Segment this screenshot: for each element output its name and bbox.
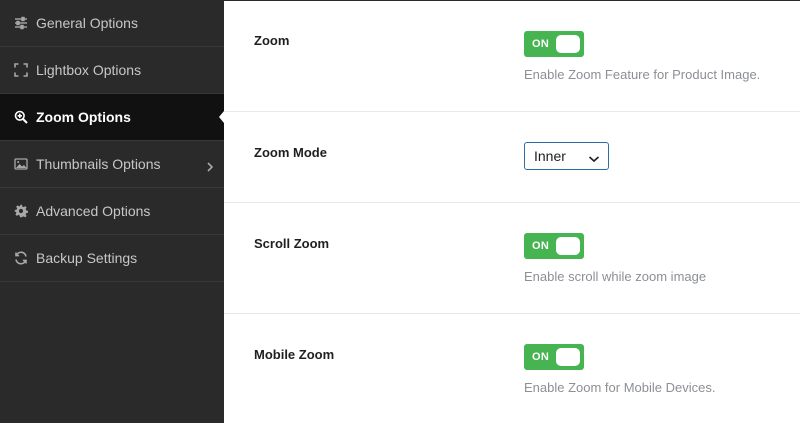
setting-row-scroll-zoom: Scroll Zoom ON Enable scroll while zoom … — [224, 203, 800, 314]
toggle-knob — [556, 348, 580, 366]
toggle-state: ON — [532, 240, 550, 252]
zoom-label: Zoom — [254, 33, 290, 48]
select-value: Inner — [534, 148, 566, 164]
toggle-state: ON — [532, 38, 550, 50]
sidebar-item-zoom-options[interactable]: Zoom Options — [0, 94, 224, 141]
sidebar-item-advanced-options[interactable]: Advanced Options — [0, 188, 224, 235]
zoom-toggle[interactable]: ON — [524, 31, 584, 57]
sidebar-item-label: Backup Settings — [36, 250, 138, 266]
sidebar-item-label: Thumbnails Options — [36, 156, 161, 172]
zoom-mode-label: Zoom Mode — [254, 145, 327, 160]
sidebar-item-label: Zoom Options — [36, 109, 131, 125]
scroll-zoom-toggle[interactable]: ON — [524, 233, 584, 259]
mobile-zoom-hint: Enable Zoom for Mobile Devices. — [524, 380, 716, 395]
chevron-down-icon — [588, 151, 600, 163]
chevron-right-icon — [206, 159, 214, 172]
zoom-mode-select[interactable]: Inner — [524, 142, 609, 170]
mobile-zoom-toggle[interactable]: ON — [524, 344, 584, 370]
sidebar-item-backup-settings[interactable]: Backup Settings — [0, 235, 224, 282]
image-icon — [14, 157, 28, 171]
sidebar-item-general-options[interactable]: General Options — [0, 0, 224, 47]
setting-row-zoom-mode: Zoom Mode Inner — [224, 112, 800, 203]
sidebar-item-lightbox-options[interactable]: Lightbox Options — [0, 47, 224, 94]
toggle-knob — [556, 237, 580, 255]
sliders-icon — [14, 16, 28, 30]
sidebar-item-thumbnails-options[interactable]: Thumbnails Options — [0, 141, 224, 188]
scroll-zoom-hint: Enable scroll while zoom image — [524, 269, 707, 284]
sidebar: General Options Lightbox Options Zoom Op… — [0, 0, 224, 423]
sidebar-item-label: General Options — [36, 15, 138, 31]
setting-row-mobile-zoom: Mobile Zoom ON Enable Zoom for Mobile De… — [224, 314, 800, 423]
setting-row-zoom: Zoom ON Enable Zoom Feature for Product … — [224, 1, 800, 112]
zoom-icon — [14, 110, 28, 124]
app-window: General Options Lightbox Options Zoom Op… — [0, 0, 800, 423]
sidebar-item-label: Advanced Options — [36, 203, 151, 219]
scroll-zoom-label: Scroll Zoom — [254, 236, 330, 251]
zoom-hint: Enable Zoom Feature for Product Image. — [524, 67, 761, 82]
expand-icon — [14, 63, 28, 77]
gear-icon — [14, 204, 28, 218]
toggle-state: ON — [532, 351, 550, 363]
settings-panel: Zoom ON Enable Zoom Feature for Product … — [224, 0, 800, 423]
mobile-zoom-label: Mobile Zoom — [254, 347, 335, 362]
refresh-icon — [14, 251, 28, 265]
toggle-knob — [556, 35, 580, 53]
sidebar-item-label: Lightbox Options — [36, 62, 142, 78]
